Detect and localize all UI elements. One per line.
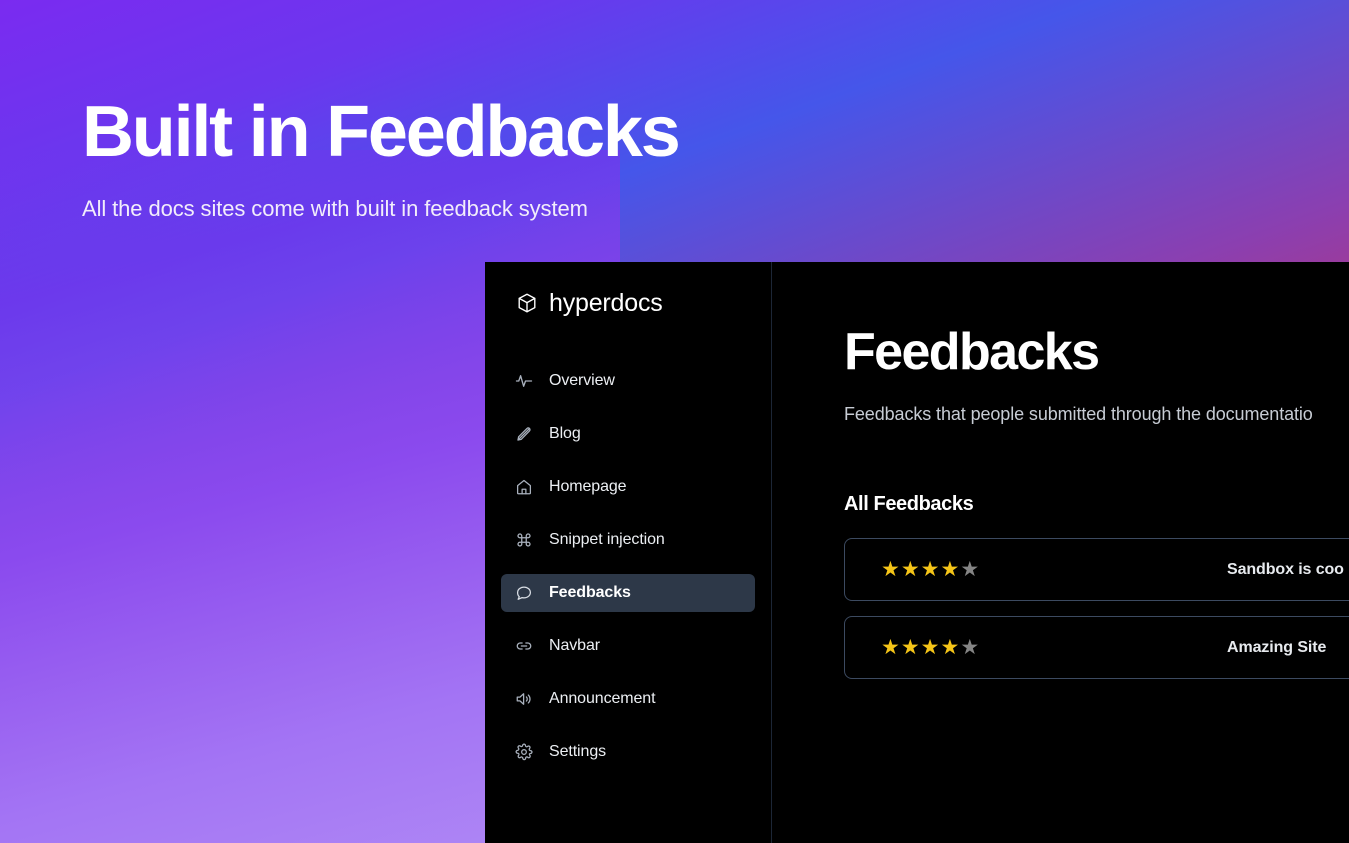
star-icon: ★ <box>900 636 920 659</box>
pencil-icon <box>517 427 531 441</box>
hero-section: Built in Feedbacks All the docs sites co… <box>82 92 681 222</box>
sidebar-item-announcement[interactable]: Announcement <box>501 680 755 718</box>
page-subtitle: Feedbacks that people submitted through … <box>844 404 1313 424</box>
rating-stars: ★ ★ ★ ★ ★ <box>881 559 979 580</box>
page-title: Feedbacks <box>844 323 1100 381</box>
feedback-card[interactable]: ★ ★ ★ ★ ★ Amazing Site <box>844 616 1349 679</box>
brand-name: hyperdocs <box>549 288 663 317</box>
star-icon: ★ <box>960 558 980 581</box>
link-icon <box>516 642 532 650</box>
star-icon: ★ <box>881 558 900 581</box>
command-icon <box>517 533 531 547</box>
feedback-list: ★ ★ ★ ★ ★ Sandbox is coo ★ ★ ★ ★ ★ Amazi… <box>844 538 1349 679</box>
star-icon: ★ <box>881 636 900 659</box>
sidebar-item-label: Homepage <box>549 478 627 495</box>
sidebar-item-label: Snippet injection <box>549 531 665 548</box>
activity-icon <box>515 375 533 387</box>
sidebar-item-homepage[interactable]: Homepage <box>501 468 755 506</box>
sidebar: hyperdocs Overview Blog Homepage Snippet… <box>485 262 772 843</box>
star-icon: ★ <box>920 558 940 581</box>
hero-title: Built in Feedbacks <box>82 92 681 172</box>
sidebar-item-blog[interactable]: Blog <box>501 415 755 453</box>
sidebar-item-label: Blog <box>549 425 581 442</box>
sidebar-item-label: Navbar <box>549 637 600 654</box>
main-content: Feedbacks Feedbacks that people submitte… <box>772 262 1349 843</box>
sidebar-item-label: Overview <box>549 372 615 389</box>
sidebar-item-label: Feedbacks <box>549 584 631 601</box>
speaker-icon <box>516 693 531 705</box>
gear-icon <box>515 743 533 761</box>
sidebar-item-snippet-injection[interactable]: Snippet injection <box>501 521 755 559</box>
section-title: All Feedbacks <box>844 493 974 515</box>
sidebar-item-label: Settings <box>549 743 607 760</box>
sidebar-item-label: Announcement <box>549 690 656 707</box>
star-icon: ★ <box>940 558 960 581</box>
home-icon <box>516 479 532 495</box>
chat-icon <box>516 586 532 600</box>
star-icon: ★ <box>960 636 980 659</box>
page-root: Built in Feedbacks All the docs sites co… <box>0 0 1349 843</box>
app-window: hyperdocs Overview Blog Homepage Snippet… <box>485 262 1349 843</box>
sidebar-nav: Overview Blog Homepage Snippet injection… <box>485 362 771 771</box>
star-icon: ★ <box>900 558 920 581</box>
sidebar-item-navbar[interactable]: Navbar <box>501 627 755 665</box>
feedback-card[interactable]: ★ ★ ★ ★ ★ Sandbox is coo <box>844 538 1349 601</box>
star-icon: ★ <box>940 636 960 659</box>
sidebar-item-overview[interactable]: Overview <box>501 362 755 400</box>
sidebar-item-settings[interactable]: Settings <box>501 733 755 771</box>
cube-icon <box>518 293 536 313</box>
hero-subtitle: All the docs sites come with built in fe… <box>82 196 588 221</box>
feedback-text: Amazing Site <box>1227 638 1327 656</box>
feedback-text: Sandbox is coo <box>1227 560 1344 578</box>
rating-stars: ★ ★ ★ ★ ★ <box>881 637 979 658</box>
sidebar-item-feedbacks[interactable]: Feedbacks <box>501 574 755 612</box>
brand-logo[interactable]: hyperdocs <box>485 282 771 324</box>
star-icon: ★ <box>920 636 940 659</box>
